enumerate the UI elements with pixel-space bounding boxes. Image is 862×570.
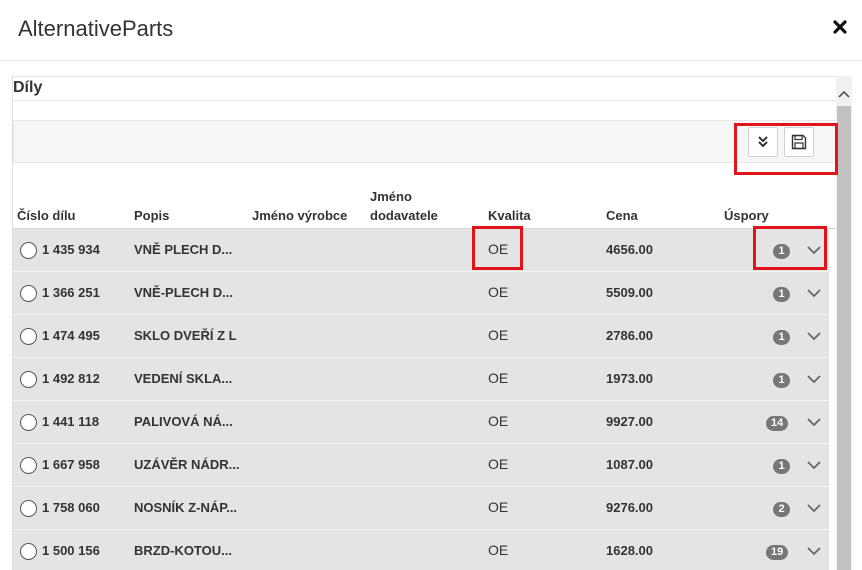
column-header-price[interactable]: Cena xyxy=(606,206,638,225)
floppy-disk-icon xyxy=(791,134,807,150)
part-number: 1 500 156 xyxy=(42,543,100,558)
save-button[interactable] xyxy=(784,127,814,157)
chevron-down-icon[interactable] xyxy=(806,242,822,258)
part-number: 1 435 934 xyxy=(42,242,100,257)
savings-badge: 14 xyxy=(766,416,789,431)
table-row[interactable]: 1 435 934 VNĚ PLECH D... OE 4656.00 1 xyxy=(13,229,829,272)
chevron-down-icon[interactable] xyxy=(806,285,822,301)
row-select-radio[interactable] xyxy=(20,371,37,388)
part-price: 1973.00 xyxy=(606,371,653,386)
vertical-scrollbar[interactable] xyxy=(836,76,852,570)
part-description: UZÁVĚR NÁDR... xyxy=(134,457,240,472)
savings-badge: 19 xyxy=(766,545,789,560)
row-select-radio[interactable] xyxy=(20,500,37,517)
expand-all-button[interactable] xyxy=(748,127,778,157)
chevron-down-icon[interactable] xyxy=(806,457,822,473)
row-select-radio[interactable] xyxy=(20,543,37,560)
savings-badge: 1 xyxy=(773,330,790,345)
column-header-description[interactable]: Popis xyxy=(134,206,169,225)
part-number: 1 441 118 xyxy=(42,414,100,429)
part-quality: OE xyxy=(488,456,509,472)
part-description: BRZD-KOTOU... xyxy=(134,543,232,558)
column-header-savings[interactable]: Úspory xyxy=(724,206,769,225)
table-row[interactable]: 1 366 251 VNĚ-PLECH D... OE 5509.00 1 xyxy=(13,272,829,315)
part-quality: OE xyxy=(488,499,509,515)
grid-toolbar xyxy=(13,120,836,163)
savings-badge: 1 xyxy=(773,244,790,259)
part-description: VEDENÍ SKLA... xyxy=(134,371,233,386)
part-number: 1 492 812 xyxy=(42,371,100,386)
scroll-up-icon[interactable] xyxy=(836,86,852,102)
row-select-radio[interactable] xyxy=(20,328,37,345)
part-description: PALIVOVÁ NÁ... xyxy=(134,414,233,429)
scrollbar-thumb[interactable] xyxy=(837,106,851,570)
chevron-down-icon[interactable] xyxy=(806,371,822,387)
table-row[interactable]: 1 500 156 BRZD-KOTOU... OE 1628.00 19 xyxy=(13,530,829,570)
row-select-radio[interactable] xyxy=(20,242,37,259)
part-price: 9276.00 xyxy=(606,500,653,515)
part-description: NOSNÍK Z-NÁP... xyxy=(134,500,238,515)
part-price: 1628.00 xyxy=(606,543,653,558)
part-description: VNĚ PLECH D... xyxy=(134,242,233,257)
row-select-radio[interactable] xyxy=(20,285,37,302)
chevron-down-icon[interactable] xyxy=(806,500,822,516)
part-quality: OE xyxy=(488,370,509,386)
dialog-header: AlternativeParts xyxy=(0,0,862,61)
column-header-supplier[interactable]: Jméno dodavatele xyxy=(370,187,438,225)
part-quality: OE xyxy=(488,542,509,558)
parts-panel: Díly Číslo dílu Popis Jméno výrobce Jmén… xyxy=(12,76,836,570)
column-header-part-no[interactable]: Číslo dílu xyxy=(17,206,76,225)
chevron-down-icon[interactable] xyxy=(806,328,822,344)
table-row[interactable]: 1 758 060 NOSNÍK Z-NÁP... OE 9276.00 2 xyxy=(13,487,829,530)
part-number: 1 758 060 xyxy=(42,500,100,515)
part-number: 1 474 495 xyxy=(42,328,100,343)
column-header-supplier-line2: dodavatele xyxy=(370,208,438,223)
table-row[interactable]: 1 474 495 SKLO DVEŘÍ Z L OE 2786.00 1 xyxy=(13,315,829,358)
row-select-radio[interactable] xyxy=(20,414,37,431)
parts-table-body: 1 435 934 VNĚ PLECH D... OE 4656.00 1 1 … xyxy=(13,229,829,570)
savings-badge: 1 xyxy=(773,459,790,474)
part-price: 4656.00 xyxy=(606,242,653,257)
double-chevron-down-icon xyxy=(758,136,768,148)
part-price: 1087.00 xyxy=(606,457,653,472)
part-price: 5509.00 xyxy=(606,285,653,300)
part-quality: OE xyxy=(488,241,509,257)
table-row[interactable]: 1 667 958 UZÁVĚR NÁDR... OE 1087.00 1 xyxy=(13,444,829,487)
part-quality: OE xyxy=(488,327,509,343)
column-header-manufacturer[interactable]: Jméno výrobce xyxy=(252,206,347,225)
part-number: 1 667 958 xyxy=(42,457,100,472)
savings-badge: 1 xyxy=(773,287,790,302)
part-price: 9927.00 xyxy=(606,414,653,429)
part-description: SKLO DVEŘÍ Z L xyxy=(134,328,237,343)
divider xyxy=(13,100,836,101)
chevron-down-icon[interactable] xyxy=(806,414,822,430)
part-quality: OE xyxy=(488,284,509,300)
table-row[interactable]: 1 441 118 PALIVOVÁ NÁ... OE 9927.00 14 xyxy=(13,401,829,444)
savings-badge: 2 xyxy=(773,502,790,517)
row-select-radio[interactable] xyxy=(20,457,37,474)
part-price: 2786.00 xyxy=(606,328,653,343)
table-row[interactable]: 1 492 812 VEDENÍ SKLA... OE 1973.00 1 xyxy=(13,358,829,401)
part-number: 1 366 251 xyxy=(42,285,100,300)
column-header-quality[interactable]: Kvalita xyxy=(488,206,531,225)
dialog-title: AlternativeParts xyxy=(18,16,174,41)
part-description: VNĚ-PLECH D... xyxy=(134,285,233,300)
savings-badge: 1 xyxy=(773,373,790,388)
close-icon[interactable] xyxy=(830,17,850,37)
column-header-supplier-line1: Jméno xyxy=(370,189,412,204)
chevron-down-icon[interactable] xyxy=(806,543,822,559)
section-title: Díly xyxy=(13,79,43,96)
part-quality: OE xyxy=(488,413,509,429)
